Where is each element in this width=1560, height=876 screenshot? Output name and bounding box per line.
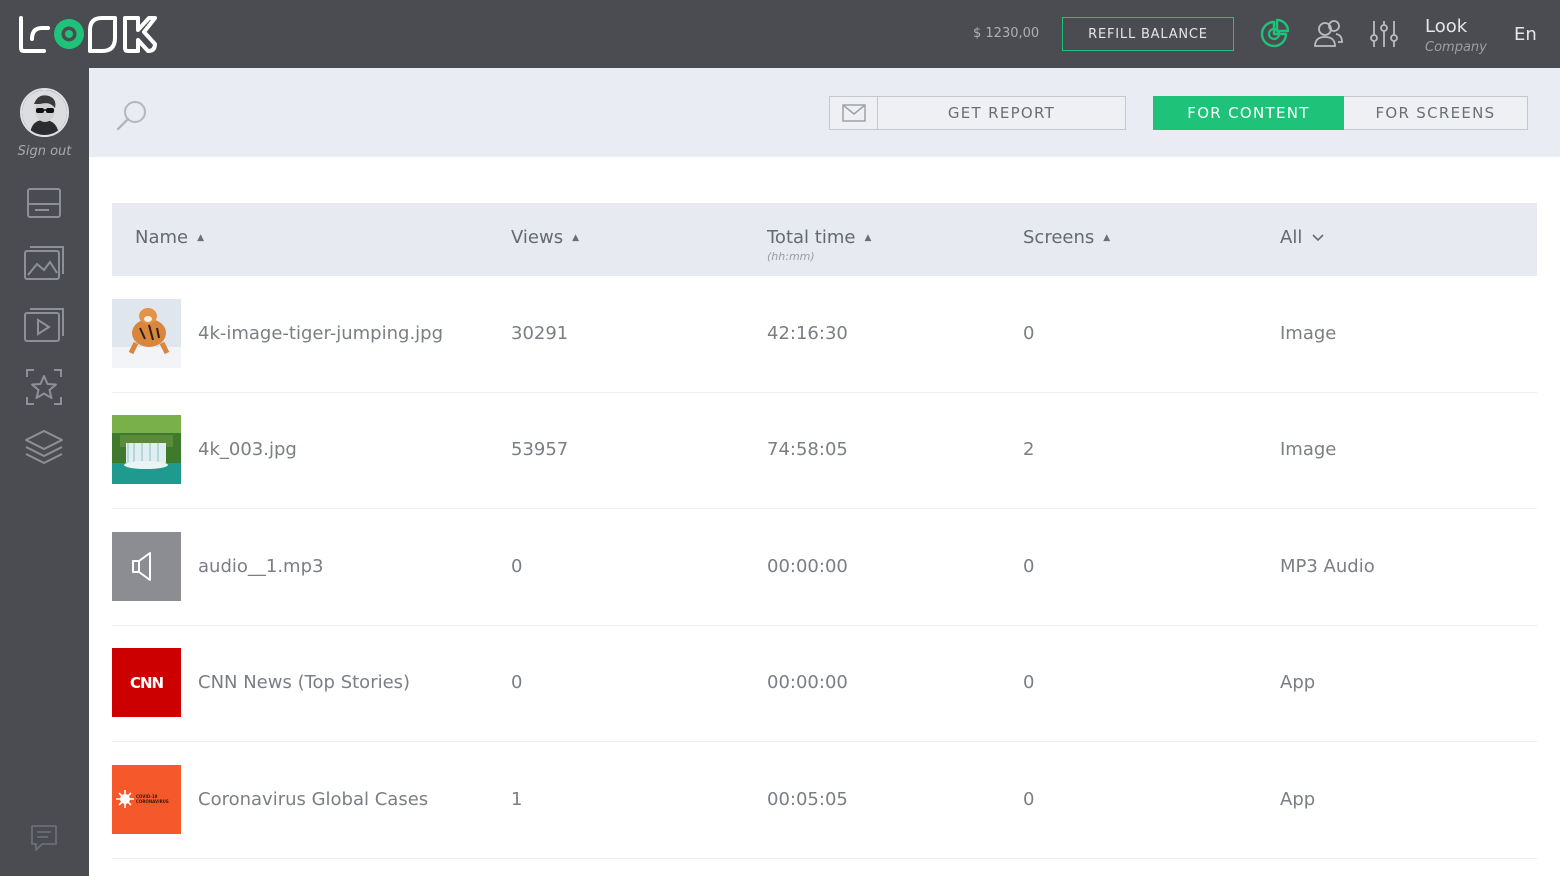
column-header-name[interactable]: Name ▲ [135, 227, 204, 248]
get-report-button[interactable]: GET REPORT [878, 97, 1125, 129]
coronavirus-app-thumbnail: COVID-19 CORONAVIRUS [112, 765, 181, 834]
column-header-screens[interactable]: Screens ▲ [1023, 227, 1110, 248]
table-row[interactable]: 4k-image-tiger-jumping.jpg 30291 42:16:3… [112, 276, 1537, 393]
row-views: 0 [511, 556, 523, 577]
search-icon[interactable] [114, 98, 150, 134]
look-logo[interactable] [18, 14, 160, 54]
report-controls: GET REPORT [829, 96, 1126, 130]
settings-sliders-icon[interactable] [1368, 18, 1400, 50]
row-total-time: 42:16:30 [767, 323, 848, 344]
row-name: Coronavirus Global Cases [198, 789, 429, 810]
column-label-total-time: Total time [767, 227, 856, 248]
row-screens: 0 [1023, 556, 1035, 577]
row-screens: 0 [1023, 672, 1035, 693]
row-type: Image [1280, 323, 1337, 344]
layers-icon[interactable] [23, 428, 65, 468]
table-row[interactable]: 4k_003.jpg 53957 74:58:05 2 Image [112, 392, 1537, 509]
total-time-unit: (hh:mm) [767, 250, 815, 263]
column-label-screens: Screens [1023, 227, 1095, 248]
row-total-time: 00:00:00 [767, 672, 848, 693]
column-header-views[interactable]: Views ▲ [511, 227, 579, 248]
user-name[interactable]: Look [1425, 16, 1467, 37]
image-thumbnail [112, 299, 181, 368]
row-views: 53957 [511, 439, 569, 460]
column-header-total-time[interactable]: Total time ▲ [767, 227, 871, 248]
row-views: 0 [511, 672, 523, 693]
row-total-time: 00:05:05 [767, 789, 848, 810]
toolbar: GET REPORT FOR CONTENT FOR SCREENS [89, 68, 1560, 157]
column-label-name: Name [135, 227, 189, 248]
sort-arrow-icon: ▲ [864, 232, 872, 243]
row-views: 30291 [511, 323, 569, 344]
row-name: 4k-image-tiger-jumping.jpg [198, 323, 444, 344]
cnn-app-thumbnail: CNN [112, 648, 181, 717]
sidebar: Sign out [0, 68, 89, 876]
tab-for-screens[interactable]: FOR SCREENS [1344, 96, 1528, 130]
row-type: App [1280, 672, 1316, 693]
sort-arrow-icon: ▲ [1103, 232, 1111, 243]
row-type: App [1280, 789, 1316, 810]
row-screens: 0 [1023, 789, 1035, 810]
table-row[interactable]: audio__1.mp3 0 00:00:00 0 MP3 Audio [112, 509, 1537, 626]
type-filter-value: All [1280, 227, 1303, 248]
table-row[interactable]: CNN CNN News (Top Stories) 0 00:00:00 0 … [112, 625, 1537, 742]
analytics-icon[interactable] [1258, 18, 1290, 50]
table-row[interactable]: COVID-19 CORONAVIRUS Coronavirus Global … [112, 742, 1537, 859]
sign-out-link[interactable]: Sign out [0, 144, 89, 159]
column-label-views: Views [511, 227, 564, 248]
row-views: 1 [511, 789, 523, 810]
row-type: MP3 Audio [1280, 556, 1375, 577]
row-total-time: 74:58:05 [767, 439, 848, 460]
row-name: audio__1.mp3 [198, 556, 324, 577]
speaker-icon [132, 552, 151, 581]
images-icon[interactable] [23, 245, 65, 285]
mail-icon[interactable] [830, 97, 878, 129]
row-name: CNN News (Top Stories) [198, 672, 411, 693]
screens-icon[interactable] [23, 184, 65, 224]
refill-balance-button[interactable]: REFILL BALANCE [1062, 17, 1234, 51]
row-screens: 0 [1023, 323, 1035, 344]
tab-for-content[interactable]: FOR CONTENT [1153, 96, 1344, 130]
account-balance: $ 1230,00 [973, 26, 1040, 41]
sort-arrow-icon: ▲ [572, 232, 580, 243]
type-filter-dropdown[interactable]: All [1280, 227, 1324, 248]
users-icon[interactable] [1312, 18, 1344, 50]
cnn-logo: CNN [129, 673, 164, 692]
row-type: Image [1280, 439, 1337, 460]
user-company: Company [1425, 40, 1487, 55]
audio-thumbnail [112, 532, 181, 601]
row-name: 4k_003.jpg [198, 439, 297, 460]
top-bar: $ 1230,00 REFILL BALANCE Look Company En [0, 0, 1560, 68]
avatar[interactable] [20, 88, 69, 137]
row-screens: 2 [1023, 439, 1035, 460]
covid-label: COVID-19 CORONAVIRUS [136, 794, 169, 804]
videos-icon[interactable] [23, 306, 65, 346]
chat-icon[interactable] [23, 820, 65, 860]
avatar-portrait-icon [22, 90, 67, 135]
row-total-time: 00:00:00 [767, 556, 848, 577]
image-thumbnail [112, 415, 181, 484]
sort-arrow-icon: ▲ [197, 232, 205, 243]
chevron-down-icon [1312, 233, 1324, 241]
language-selector[interactable]: En [1514, 24, 1537, 45]
table-header: Name ▲ Views ▲ Total time ▲ (hh:mm) Scre… [112, 203, 1537, 276]
templates-icon[interactable] [23, 367, 65, 407]
